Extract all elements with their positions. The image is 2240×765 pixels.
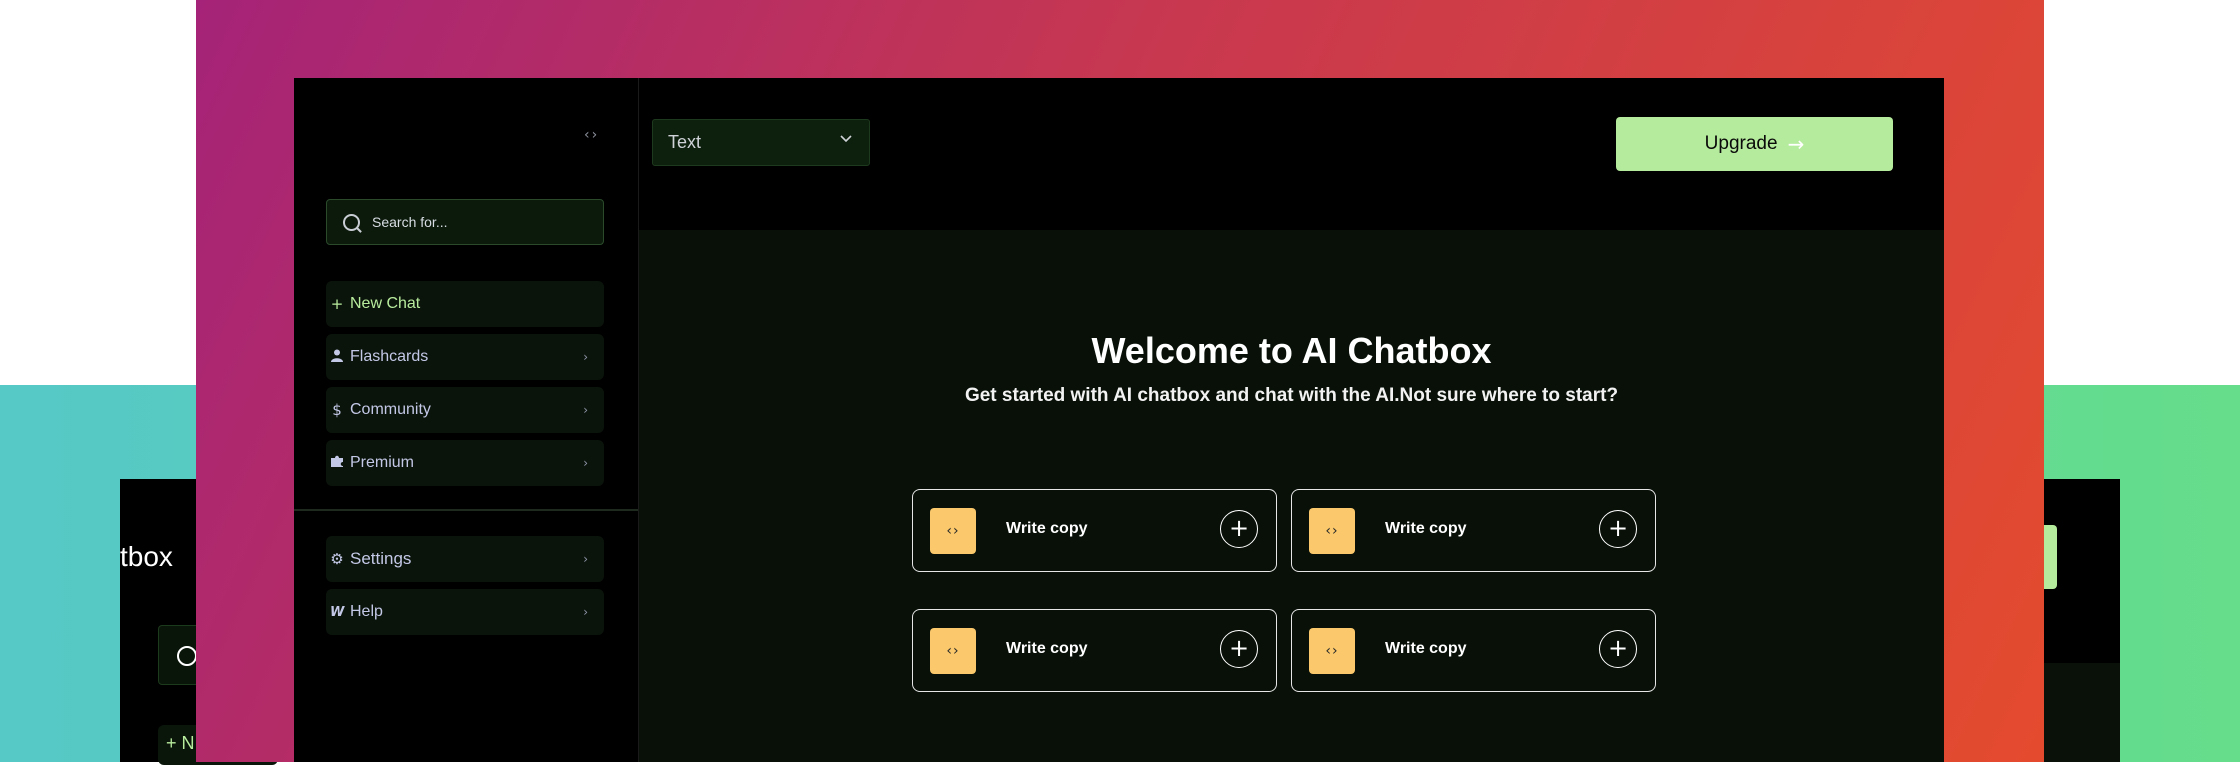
- prompt-card[interactable]: ‹› Write copy +: [1291, 489, 1656, 572]
- search-icon: [343, 213, 360, 231]
- chevron-down-icon: [839, 131, 853, 148]
- code-icon: ‹›: [930, 628, 976, 674]
- add-icon[interactable]: +: [1599, 510, 1637, 548]
- page-title: Welcome to AI Chatbox: [1091, 330, 1492, 371]
- sidebar-item-label: New Chat: [350, 295, 421, 312]
- sidebar-item-label: Flashcards: [350, 348, 429, 365]
- collapse-sidebar-icon[interactable]: ‹›: [584, 127, 599, 143]
- sidebar-item-label: Premium: [350, 454, 415, 471]
- person-icon: [330, 348, 344, 366]
- page-subtitle: Get started with AI chatbox and chat wit…: [964, 385, 1619, 406]
- chevron-right-icon: ›: [583, 403, 588, 417]
- sidebar-item-flashcards[interactable]: Flashcards ›: [326, 334, 604, 380]
- w-logo-icon: W: [330, 604, 345, 620]
- mode-select[interactable]: Text: [652, 119, 870, 166]
- search-input[interactable]: [370, 213, 594, 231]
- sidebar-item-settings[interactable]: ⚙ Settings ›: [326, 536, 604, 582]
- prompt-card[interactable]: ‹› Write copy +: [912, 489, 1277, 572]
- main-content: Welcome to AI Chatbox Get started with A…: [639, 230, 1944, 762]
- sidebar-divider: [294, 509, 638, 511]
- chevron-right-icon: ›: [583, 350, 588, 364]
- code-icon: ‹›: [1309, 628, 1355, 674]
- sidebar-item-label: Help: [350, 603, 383, 620]
- prompt-card-label: Write copy: [1385, 640, 1467, 657]
- chevron-right-icon: ›: [583, 456, 588, 470]
- prompt-card[interactable]: ‹› Write copy +: [912, 609, 1277, 692]
- prompt-card-label: Write copy: [1006, 640, 1088, 657]
- add-icon[interactable]: +: [1599, 630, 1637, 668]
- sidebar-item-premium[interactable]: Premium ›: [326, 440, 604, 486]
- sidebar-item-new-chat[interactable]: + New Chat: [326, 281, 604, 327]
- chevron-right-icon: ›: [583, 552, 588, 566]
- gear-icon: ⚙: [330, 550, 344, 568]
- upgrade-label: Upgrade: [1704, 133, 1778, 154]
- app-window: ‹› + New Chat Flashcards › $ Community ›…: [294, 78, 1944, 762]
- mode-select-value: Text: [668, 132, 702, 152]
- chevron-right-icon: ›: [583, 605, 588, 619]
- puzzle-icon: [330, 454, 344, 472]
- sidebar-item-community[interactable]: $ Community ›: [326, 387, 604, 433]
- upgrade-button[interactable]: Upgrade →: [1616, 117, 1893, 171]
- prompt-card-label: Write copy: [1006, 520, 1088, 537]
- arrow-right-icon: →: [1787, 132, 1805, 156]
- dollar-icon: $: [332, 401, 342, 419]
- sidebar-item-label: Settings: [350, 549, 412, 568]
- search-icon: [177, 646, 197, 666]
- sidebar-item-help[interactable]: W Help ›: [326, 589, 604, 635]
- code-icon: ‹›: [1309, 508, 1355, 554]
- sidebar-item-label: Community: [350, 401, 431, 418]
- add-icon[interactable]: +: [1220, 510, 1258, 548]
- background-window-title: tbox: [120, 541, 173, 572]
- search-box[interactable]: [326, 199, 604, 245]
- prompt-card-label: Write copy: [1385, 520, 1467, 537]
- add-icon[interactable]: +: [1220, 630, 1258, 668]
- prompt-card[interactable]: ‹› Write copy +: [1291, 609, 1656, 692]
- plus-icon: +: [330, 295, 344, 313]
- sidebar: ‹› + New Chat Flashcards › $ Community ›…: [294, 78, 639, 762]
- code-icon: ‹›: [930, 508, 976, 554]
